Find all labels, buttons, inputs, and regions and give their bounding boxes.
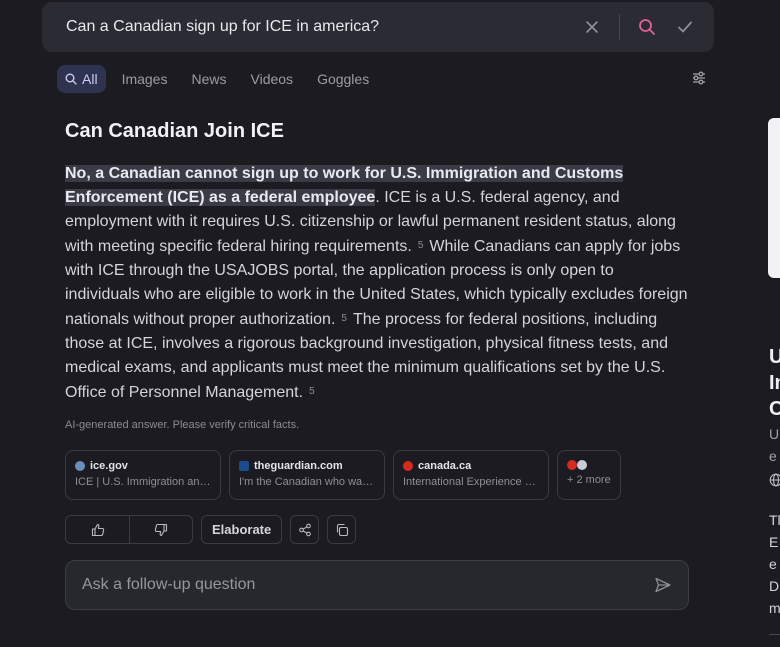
globe-icon xyxy=(769,473,780,492)
tab-videos[interactable]: Videos xyxy=(243,65,302,93)
thumbs-down-icon xyxy=(154,523,168,536)
elaborate-button[interactable]: Elaborate xyxy=(201,515,283,544)
clear-search-button[interactable] xyxy=(577,12,607,42)
ice-favicon-icon xyxy=(75,461,85,471)
copy-icon xyxy=(336,523,348,536)
maple-leaf-icon xyxy=(567,460,577,470)
citation-link[interactable]: 5 xyxy=(341,313,347,324)
thumbs-down-button[interactable] xyxy=(129,516,192,543)
tab-label: Videos xyxy=(250,71,294,87)
maple-leaf-icon xyxy=(403,461,413,471)
search-icon xyxy=(65,73,77,85)
followup-input[interactable] xyxy=(82,576,654,594)
side-heading: In xyxy=(769,372,780,394)
side-divider xyxy=(769,634,780,635)
tab-label: News xyxy=(191,71,227,87)
thumbs-up-button[interactable] xyxy=(66,516,129,543)
search-button[interactable] xyxy=(632,12,662,42)
source-domain: theguardian.com xyxy=(254,460,343,472)
side-paragraph: e xyxy=(769,556,777,572)
source-favicon-icon xyxy=(577,460,587,470)
check-icon xyxy=(678,21,692,33)
sliders-icon xyxy=(693,71,705,85)
search-icon xyxy=(639,19,655,35)
search-divider xyxy=(619,14,620,40)
side-subtext: e xyxy=(769,448,777,464)
side-heading: C xyxy=(769,398,780,420)
search-bar[interactable]: Can a Canadian sign up for ICE in americ… xyxy=(42,2,714,52)
send-button[interactable] xyxy=(654,576,672,594)
more-sources-button[interactable]: + 2 more xyxy=(557,450,621,500)
side-paragraph: Tl xyxy=(769,512,780,528)
share-button[interactable] xyxy=(290,515,320,544)
guardian-favicon-icon xyxy=(239,461,249,471)
tab-label: Goggles xyxy=(317,71,370,87)
source-domain: ice.gov xyxy=(90,460,128,472)
tab-label: All xyxy=(82,71,98,87)
source-card-ice[interactable]: ice.gov ICE | U.S. Immigration and Custo… xyxy=(65,450,221,500)
source-snippet: International Experience Canada xyxy=(403,476,539,488)
more-sources-label: + 2 more xyxy=(567,474,611,486)
tab-all[interactable]: All xyxy=(57,65,106,93)
search-query[interactable]: Can a Canadian sign up for ICE in americ… xyxy=(66,18,569,36)
confirm-button[interactable] xyxy=(670,12,700,42)
citation-link[interactable]: 5 xyxy=(418,240,424,251)
close-icon xyxy=(586,21,598,33)
answer-body: No, a Canadian cannot sign up to work fo… xyxy=(65,162,691,405)
tab-goggles[interactable]: Goggles xyxy=(309,65,377,93)
source-card-guardian[interactable]: theguardian.com I'm the Canadian who was… xyxy=(229,450,385,500)
filter-button[interactable] xyxy=(691,70,707,91)
tab-news[interactable]: News xyxy=(183,65,234,93)
source-domain: canada.ca xyxy=(418,460,472,472)
followup-box xyxy=(65,560,689,610)
side-paragraph: m xyxy=(769,600,780,616)
tab-images[interactable]: Images xyxy=(114,65,176,93)
side-image-card[interactable] xyxy=(768,118,780,278)
side-paragraph: D xyxy=(769,578,780,594)
ai-disclaimer: AI-generated answer. Please verify criti… xyxy=(65,419,300,431)
share-icon xyxy=(298,523,311,536)
side-paragraph: E xyxy=(769,534,779,550)
side-heading: U xyxy=(769,346,780,368)
copy-button[interactable] xyxy=(327,515,357,544)
answer-actions: Elaborate xyxy=(65,515,357,544)
result-tabs: All Images News Videos Goggles xyxy=(57,64,707,94)
side-subtext: U xyxy=(769,426,780,442)
send-icon xyxy=(655,577,671,593)
feedback-group xyxy=(65,515,193,544)
source-card-canada[interactable]: canada.ca International Experience Canad… xyxy=(393,450,549,500)
source-snippet: ICE | U.S. Immigration and Customs Enfor… xyxy=(75,476,211,488)
source-snippet: I'm the Canadian who was detained by ICE xyxy=(239,476,375,488)
citation-link[interactable]: 5 xyxy=(309,386,315,397)
answer-title: Can Canadian Join ICE xyxy=(65,120,284,142)
tab-label: Images xyxy=(121,71,168,87)
thumbs-up-icon xyxy=(91,523,104,536)
source-list: ice.gov ICE | U.S. Immigration and Custo… xyxy=(65,450,621,500)
